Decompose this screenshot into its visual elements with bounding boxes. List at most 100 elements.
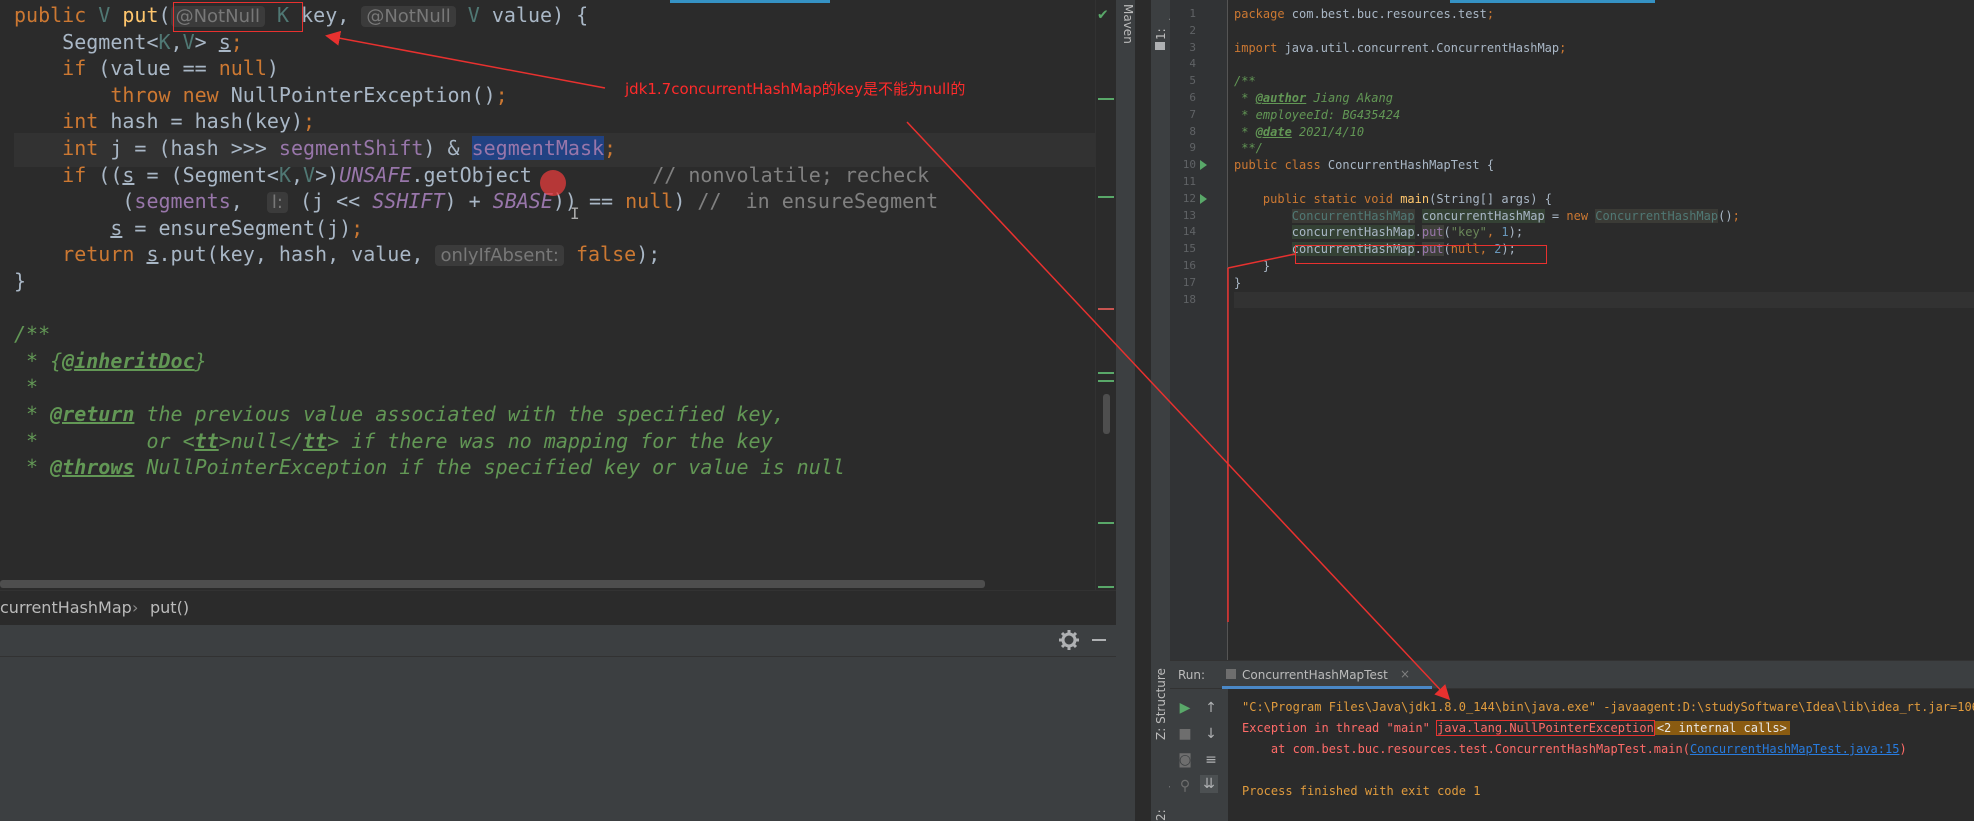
inspection-ok-icon[interactable]: ✔: [1098, 4, 1108, 23]
code-token: .: [1414, 225, 1422, 240]
code-line[interactable]: * @author Jiang Akang: [1234, 90, 1393, 106]
code-line[interactable]: }: [1234, 258, 1270, 274]
annotation-box-key-param: [173, 2, 303, 32]
code-token: ;: [604, 136, 617, 160]
code-token: @return: [50, 402, 135, 426]
code-token: (: [1443, 225, 1451, 240]
annotation-text: jdk1.7concurrentHashMap的key是不能为null的: [625, 80, 966, 98]
console-output[interactable]: "C:\Program Files\Java\jdk1.8.0_144\bin\…: [1228, 689, 1974, 821]
right-code-editor[interactable]: 1 2 3 4 5 6 7 8 9 10 11 12 13 14 15 16 17 18 package com.…: [1170, 0, 1974, 660]
code-line[interactable]: [1234, 291, 1974, 308]
code-token: > if there was no mapping for the key: [327, 428, 773, 453]
folder-icon: [1155, 42, 1165, 50]
code-line[interactable]: /**: [1234, 73, 1256, 89]
code-token: false: [575, 242, 637, 267]
code-line[interactable]: public class ConcurrentHashMapTest {: [1234, 157, 1494, 173]
code-line[interactable]: }: [14, 266, 26, 300]
stack-trace-link[interactable]: ConcurrentHashMapTest.java:15: [1690, 742, 1900, 756]
breadcrumb-class[interactable]: currentHashMap: [0, 591, 132, 625]
line-number: 16: [1182, 259, 1196, 272]
code-token: ConcurrentHashMap: [1595, 208, 1719, 223]
console-finish-line: Process finished with exit code 1: [1242, 784, 1481, 798]
internal-calls-fold[interactable]: <2 internal calls>: [1653, 721, 1790, 735]
code-token: ,: [170, 29, 183, 54]
code-token: ((: [98, 162, 123, 187]
code-token: @author: [1255, 91, 1307, 105]
maven-tab[interactable]: Maven: [1117, 4, 1135, 48]
code-token: );: [1508, 225, 1524, 240]
code-token: put: [1421, 225, 1444, 240]
line-number: 5: [1189, 74, 1196, 88]
code-line[interactable]: ConcurrentHashMap concurrentHashMap = ne…: [1234, 208, 1740, 224]
up-arrow-icon[interactable]: ↑: [1202, 699, 1220, 717]
minimize-icon[interactable]: [1092, 639, 1106, 641]
code-token: NullPointerException(): [230, 82, 496, 107]
code-token: >: [194, 29, 219, 54]
code-token: int: [62, 136, 111, 160]
tab-run-config[interactable]: ConcurrentHashMapTest ×: [1222, 661, 1432, 689]
down-arrow-icon[interactable]: ↓: [1202, 725, 1220, 743]
code-token: 2021/4/10: [1291, 124, 1365, 139]
code-token: *: [1234, 124, 1256, 139]
camera-icon[interactable]: ◙: [1176, 751, 1194, 769]
code-token: ): [673, 189, 698, 214]
line-number: 14: [1182, 225, 1196, 239]
code-token: (j <<: [287, 189, 373, 214]
line-number: 10: [1182, 158, 1196, 172]
gear-icon[interactable]: [1058, 629, 1080, 651]
horizontal-scrollbar[interactable]: [0, 580, 985, 588]
change-marker: [1098, 380, 1114, 382]
scroll-end-icon[interactable]: ⇊: [1200, 775, 1218, 793]
code-line[interactable]: }: [1234, 275, 1241, 291]
breadcrumb[interactable]: currentHashMap › put(): [0, 590, 1116, 625]
code-token: public: [14, 3, 99, 27]
console-command-line: "C:\Program Files\Java\jdk1.8.0_144\bin\…: [1242, 700, 1974, 714]
code-line[interactable]: * employeeId: BG435424: [1234, 107, 1400, 123]
code-token: /**: [1234, 74, 1256, 89]
code-line[interactable]: * @date 2021/4/10: [1234, 124, 1364, 140]
code-line[interactable]: concurrentHashMap.put("key", 1);: [1234, 224, 1523, 240]
close-icon[interactable]: ×: [1400, 667, 1410, 681]
code-token: NullPointerException if the specified ke…: [134, 455, 845, 480]
tool-panel-header: [0, 625, 1116, 657]
code-token: = ensureSegment(j): [122, 215, 352, 240]
code-line[interactable]: * {@inheritDoc}: [14, 346, 207, 380]
line-number: 12: [1182, 191, 1196, 205]
code-line[interactable]: return s.put(key, hash, value, onlyIfAbs…: [14, 239, 660, 273]
change-marker: [1098, 522, 1114, 524]
run-icon[interactable]: ▶: [1176, 699, 1194, 717]
run-gutter-icon[interactable]: [1200, 160, 1207, 171]
pin-icon[interactable]: ⚲: [1176, 777, 1194, 795]
structure-tab[interactable]: Z: Structure: [1154, 660, 1168, 740]
wrap-icon[interactable]: ≡: [1202, 751, 1220, 769]
code-token: 1: [1501, 225, 1509, 240]
code-line[interactable]: * @throws NullPointerException if the sp…: [14, 452, 845, 486]
code-token: V: [303, 162, 316, 187]
parameter-hint: onlyIfAbsent:: [435, 245, 564, 267]
stop-icon[interactable]: ■: [1176, 725, 1194, 743]
code-token: @inheritDoc: [62, 348, 195, 373]
run-label: Run:: [1178, 668, 1206, 682]
line-number: 1: [1189, 7, 1196, 20]
code-token: String: [1436, 191, 1480, 206]
run-gutter-icon[interactable]: [1200, 193, 1207, 204]
code-token: V: [467, 3, 480, 27]
breadcrumb-method[interactable]: put(): [150, 591, 189, 625]
code-line[interactable]: **/: [1234, 140, 1263, 156]
vertical-scrollbar[interactable]: [1095, 0, 1116, 590]
line-number-gutter[interactable]: 1 2 3 4 5 6 7 8 9 10 11 12 13 14 15 16 17 18: [1170, 0, 1228, 660]
line-number: 6: [1189, 91, 1196, 104]
code-line[interactable]: import java.util.concurrent.ConcurrentHa…: [1234, 40, 1566, 56]
line-number: 3: [1189, 40, 1196, 54]
scrollbar-thumb[interactable]: [1103, 394, 1110, 434]
code-token: @throws: [50, 455, 135, 480]
code-token: *: [14, 348, 51, 373]
code-token: int: [62, 109, 111, 134]
code-line[interactable]: package com.best.buc.resources.test;: [1234, 6, 1494, 22]
code-line[interactable]: public static void main(String[] args) {: [1234, 191, 1552, 207]
code-token: *: [14, 455, 51, 480]
